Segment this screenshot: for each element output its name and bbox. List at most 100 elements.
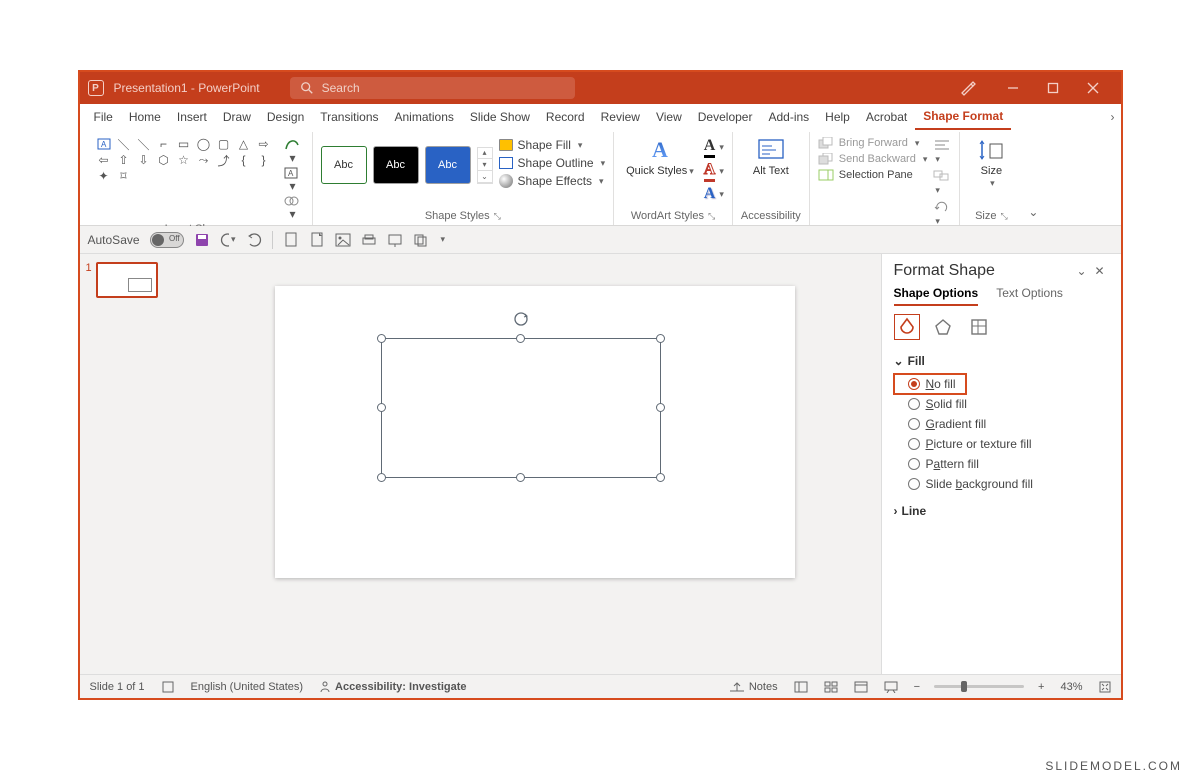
slide[interactable]: [275, 286, 795, 578]
fill-option-pattern[interactable]: Pattern fill: [894, 454, 1109, 474]
zoom-knob[interactable]: [961, 681, 967, 692]
resize-handle-bm[interactable]: [516, 473, 525, 482]
shape-triangle-icon[interactable]: △: [236, 137, 252, 151]
thumbnail-1[interactable]: 1: [86, 262, 184, 298]
maximize-button[interactable]: [1033, 72, 1073, 104]
fill-line-category-icon[interactable]: [894, 314, 920, 340]
tab-developer[interactable]: Developer: [690, 104, 761, 130]
shape-line-icon[interactable]: ＼: [116, 137, 132, 151]
qat-new-button[interactable]: [283, 232, 299, 248]
text-outline-button[interactable]: A▾: [704, 161, 724, 182]
textbox-button[interactable]: A▾: [280, 167, 304, 193]
text-fill-button[interactable]: A▾: [704, 137, 724, 158]
shape-arrow-r-icon[interactable]: ⇨: [256, 137, 272, 151]
zoom-level[interactable]: 43%: [1058, 681, 1084, 693]
zoom-slider[interactable]: [934, 685, 1024, 688]
fill-option-no-fill[interactable]: No fill: [894, 374, 966, 394]
shape-textbox-icon[interactable]: A: [96, 137, 112, 151]
slideshow-view-button[interactable]: [882, 681, 900, 693]
slide-indicator[interactable]: Slide 1 of 1: [88, 681, 147, 693]
reading-view-button[interactable]: [852, 681, 870, 693]
resize-handle-br[interactable]: [656, 473, 665, 482]
qat-customize[interactable]: ▾: [441, 234, 446, 245]
line-section-header[interactable]: ›Line: [894, 504, 1109, 518]
size-launcher[interactable]: ⤡: [1000, 211, 1007, 222]
shape-arrow-u-icon[interactable]: ⇧: [116, 153, 132, 167]
size-button[interactable]: Size▾: [968, 135, 1014, 191]
autosave-toggle[interactable]: Off: [150, 232, 184, 248]
collapse-ribbon-button[interactable]: ⌄: [1022, 132, 1044, 225]
bring-forward-button[interactable]: Bring Forward▾: [818, 136, 928, 150]
shape-arrow-l-icon[interactable]: ⇦: [96, 153, 112, 167]
tab-transitions[interactable]: Transitions: [312, 104, 386, 130]
shape-star2-icon[interactable]: ✦: [96, 169, 112, 183]
pane-close-button[interactable]: ✕: [1091, 264, 1109, 278]
save-button[interactable]: [194, 232, 210, 248]
resize-handle-ml[interactable]: [377, 403, 386, 412]
coming-soon-icon[interactable]: [949, 79, 987, 97]
tab-insert[interactable]: Insert: [169, 104, 215, 130]
resize-handle-tl[interactable]: [377, 334, 386, 343]
resize-handle-mr[interactable]: [656, 403, 665, 412]
fit-to-window-button[interactable]: [1097, 681, 1113, 693]
shapes-gallery[interactable]: A ＼ ＼ ⌐ ▭ ◯ ▢ △ ⇨ ⇦ ⇧ ⇩ ⬡ ☆ ⤳ ⤴ {: [94, 135, 274, 185]
close-button[interactable]: [1073, 72, 1113, 104]
tab-overflow[interactable]: ›: [1105, 104, 1121, 130]
effects-category-icon[interactable]: [930, 314, 956, 340]
shape-roundrect-icon[interactable]: ▢: [216, 137, 232, 151]
shape-brace2-icon[interactable]: }: [256, 153, 272, 167]
shape-star-icon[interactable]: ☆: [176, 153, 192, 167]
group-button[interactable]: ▾: [933, 170, 951, 196]
shape-line2-icon[interactable]: ＼: [136, 137, 152, 151]
shape-brace1-icon[interactable]: {: [236, 153, 252, 167]
resize-handle-tr[interactable]: [656, 334, 665, 343]
tab-review[interactable]: Review: [593, 104, 648, 130]
shape-effects-button[interactable]: Shape Effects▾: [499, 173, 606, 189]
slide-thumbnail-panel[interactable]: 1: [80, 254, 190, 674]
selection-pane-button[interactable]: Selection Pane: [818, 168, 928, 182]
shape-fill-button[interactable]: Shape Fill▾: [499, 137, 606, 153]
shape-rect-icon[interactable]: ▭: [176, 137, 192, 151]
resize-handle-bl[interactable]: [377, 473, 386, 482]
shape-curve2-icon[interactable]: ⤴: [216, 153, 232, 167]
text-options-tab[interactable]: Text Options: [996, 286, 1063, 306]
zoom-out-button[interactable]: −: [912, 681, 922, 693]
shape-styles-launcher[interactable]: ⤡: [494, 211, 501, 222]
qat-copy-button[interactable]: [413, 232, 429, 248]
search-box[interactable]: Search: [290, 77, 575, 99]
tab-file[interactable]: File: [86, 104, 121, 130]
align-button[interactable]: ▾: [933, 139, 951, 165]
rotate-handle[interactable]: [513, 311, 529, 327]
minimize-button[interactable]: [993, 72, 1033, 104]
pane-options-button[interactable]: ⌄: [1073, 264, 1091, 278]
redo-button[interactable]: [246, 232, 262, 248]
spellcheck-icon[interactable]: [159, 680, 177, 694]
notes-button[interactable]: Notes: [727, 681, 780, 693]
tab-design[interactable]: Design: [259, 104, 312, 130]
normal-view-button[interactable]: [792, 681, 810, 693]
zoom-in-button[interactable]: +: [1036, 681, 1046, 693]
tab-draw[interactable]: Draw: [215, 104, 259, 130]
shape-style-gallery[interactable]: Abc Abc Abc ▴▾⌄: [321, 135, 493, 195]
fill-option-gradient[interactable]: Gradient fill: [894, 414, 1109, 434]
tab-animations[interactable]: Animations: [387, 104, 462, 130]
shape-outline-button[interactable]: Shape Outline▾: [499, 155, 606, 171]
shape-options-tab[interactable]: Shape Options: [894, 286, 979, 306]
tab-acrobat[interactable]: Acrobat: [858, 104, 915, 130]
tab-addins[interactable]: Add-ins: [760, 104, 817, 130]
merge-shapes-button[interactable]: ▾: [280, 195, 304, 221]
qat-open-button[interactable]: [309, 232, 325, 248]
tab-home[interactable]: Home: [121, 104, 169, 130]
shape-connector-icon[interactable]: ⌐: [156, 137, 172, 151]
tab-view[interactable]: View: [648, 104, 690, 130]
fill-option-solid[interactable]: Solid fill: [894, 394, 1109, 414]
shape-oval-icon[interactable]: ◯: [196, 137, 212, 151]
resize-handle-tm[interactable]: [516, 334, 525, 343]
style-gallery-scroll[interactable]: ▴▾⌄: [477, 147, 493, 184]
slide-canvas-area[interactable]: [190, 254, 881, 674]
shape-arrow-d-icon[interactable]: ⇩: [136, 153, 152, 167]
accessibility-indicator[interactable]: Accessibility: Investigate: [317, 681, 468, 693]
fill-option-picture[interactable]: Picture or texture fill: [894, 434, 1109, 454]
size-category-icon[interactable]: [966, 314, 992, 340]
qat-present-button[interactable]: [387, 232, 403, 248]
